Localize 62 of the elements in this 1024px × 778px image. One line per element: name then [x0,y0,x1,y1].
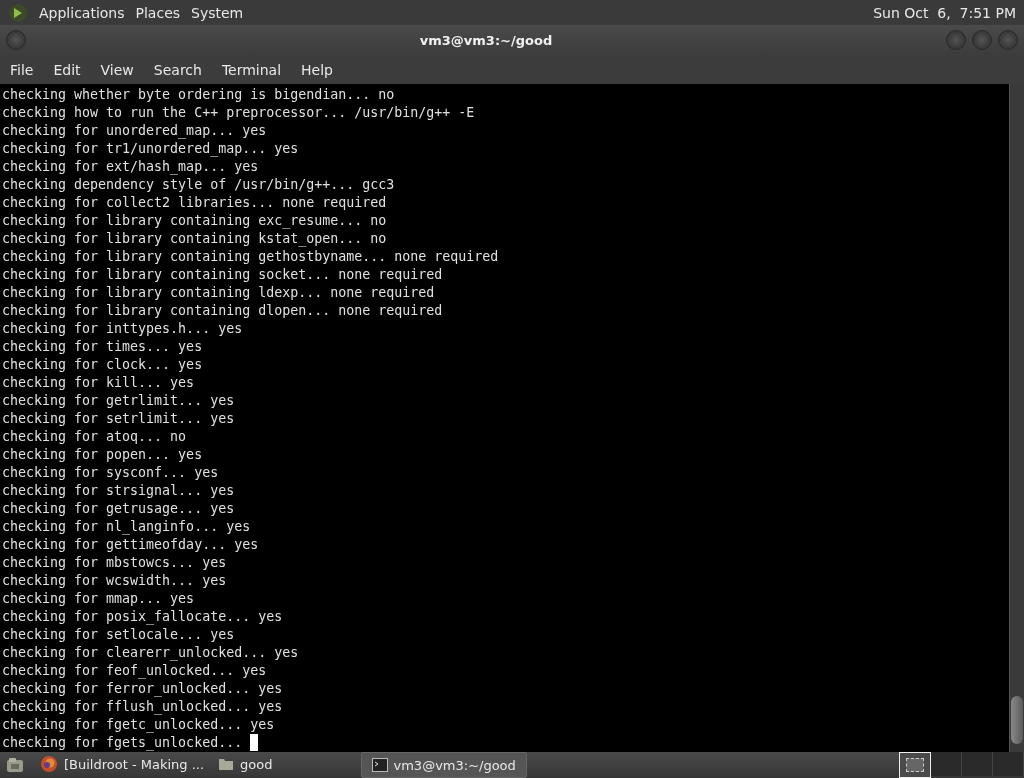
terminal-line: checking for tr1/unordered_map... yes [2,140,299,158]
menu-item[interactable]: File [2,61,42,78]
terminal-line: checking for clearerr_unlocked... yes [2,644,299,662]
window-thumbnail-icon [906,758,924,772]
terminal-line: checking for atoq... no [2,428,187,446]
terminal-line: checking for collect2 libraries... none required [2,194,387,212]
clock[interactable]: Sun Oct 6, 7:51 PM [873,4,1024,21]
browser-icon [40,755,58,773]
maximize-button[interactable] [972,30,992,50]
menu-item[interactable]: Search [145,61,210,78]
taskbar-button[interactable]: vm3@vm3:~/good [360,752,527,778]
close-button[interactable] [998,30,1018,50]
terminal-line: checking for library containing exc_resume... no [2,212,387,230]
terminal-line: checking for sysconf... yes [2,464,219,482]
terminal-line: checking for ferror_unlocked... yes [2,680,283,698]
terminal-area[interactable] [0,84,1024,752]
window-title: vm3@vm3:~/good [419,32,553,48]
terminal-line: checking for mmap... yes [2,590,195,608]
terminal-line: checking for mbstowcs... yes [2,554,227,572]
scrollbar-thumb[interactable] [1011,696,1023,744]
terminal-line: checking for getrusage... yes [2,500,235,518]
terminal-line: checking for library containing socket... none required [2,266,443,284]
terminal-line: checking for times... yes [2,338,203,356]
terminal-line: checking for getrlimit... yes [2,392,235,410]
terminal-line: checking for inttypes.h... yes [2,320,243,338]
terminal-line: checking for clock... yes [2,356,203,374]
minimize-button[interactable] [946,30,966,50]
menu-item[interactable]: Edit [45,61,89,78]
terminal-line: checking for fflush_unlocked... yes [2,698,283,716]
terminal-line: checking dependency style of /usr/bin/g++... gcc3 [2,176,395,194]
terminal-line: checking for library containing gethostbyname... none required [2,248,499,266]
taskbar-button[interactable]: good [212,752,279,776]
terminal-line: checking for library containing ldexp... none required [2,284,435,302]
terminal-line: checking for setlocale... yes [2,626,235,644]
terminal-line: checking for fgets_unlocked... [2,734,244,752]
terminal-line: checking for library containing kstat_open... no [2,230,387,248]
terminal-line: checking for ext/hash_map... yes [2,158,259,176]
terminal-line: checking for wcswidth... yes [2,572,227,590]
terminal-line: checking for setrlimit... yes [2,410,235,428]
terminal-line: checking for gettimeofday... yes [2,536,259,554]
terminal-line: checking for unordered_map... yes [2,122,267,140]
folder-icon [218,757,235,771]
terminal-line: checking for posix_fallocate... yes [2,608,283,626]
terminal-line: checking for nl_langinfo... yes [2,518,251,536]
terminal-icon [371,758,388,772]
terminal-line: checking for fgetc_unlocked... yes [2,716,275,734]
scrollbar[interactable] [1009,84,1024,752]
taskbar-button[interactable]: [Buildroot - Making ... [34,752,211,776]
panel-menu[interactable]: Applications [39,3,125,22]
show-desktop-icon[interactable] [6,757,24,773]
menu-item[interactable]: View [92,61,142,78]
terminal-line: checking for kill... yes [2,374,195,392]
terminal-line: checking how to run the C++ preprocessor... /usr/bin/g++ -E [2,104,475,122]
menu-item[interactable]: Help [293,61,341,78]
terminal-line: checking for library containing dlopen... none required [2,302,443,320]
menu-item[interactable]: Terminal [213,61,290,78]
terminal-line: checking for popen... yes [2,446,203,464]
panel-menu[interactable]: Places [135,3,181,22]
terminal-line: checking for strsignal... yes [2,482,235,500]
panel-menu[interactable]: System [191,3,244,22]
terminal-line: checking for feof_unlocked... yes [2,662,267,680]
terminal-line: checking whether byte ordering is bigendian... no [2,86,395,104]
